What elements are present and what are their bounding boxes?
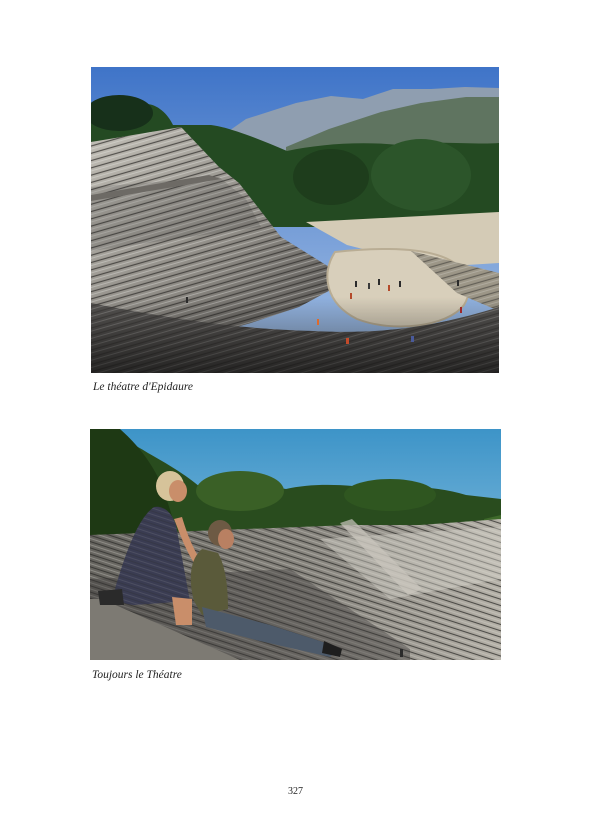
tree-canopy-right [344,479,436,511]
epidaurus-theatre-photo [91,67,499,373]
woman-face [169,480,187,502]
figure-caption-theatre-again: Toujours le Théatre [92,669,182,681]
visitors-in-theatre-photo [90,429,501,660]
tree-cluster-right [371,139,471,211]
page-number: 327 [288,786,303,797]
man-face [218,529,234,549]
bag [98,589,124,605]
distant-visitor [400,649,403,657]
foreground-shadow [91,297,499,373]
tree-cluster [293,149,369,205]
tree-canopy [196,471,284,511]
theatre-visitors-image [90,429,501,660]
theatre-overview-image [91,67,499,373]
figure-caption-theatre: Le théatre d'Epidaure [93,381,193,393]
document-page: Le théatre d'Epidaure Toujours le Théatr… [0,0,591,827]
